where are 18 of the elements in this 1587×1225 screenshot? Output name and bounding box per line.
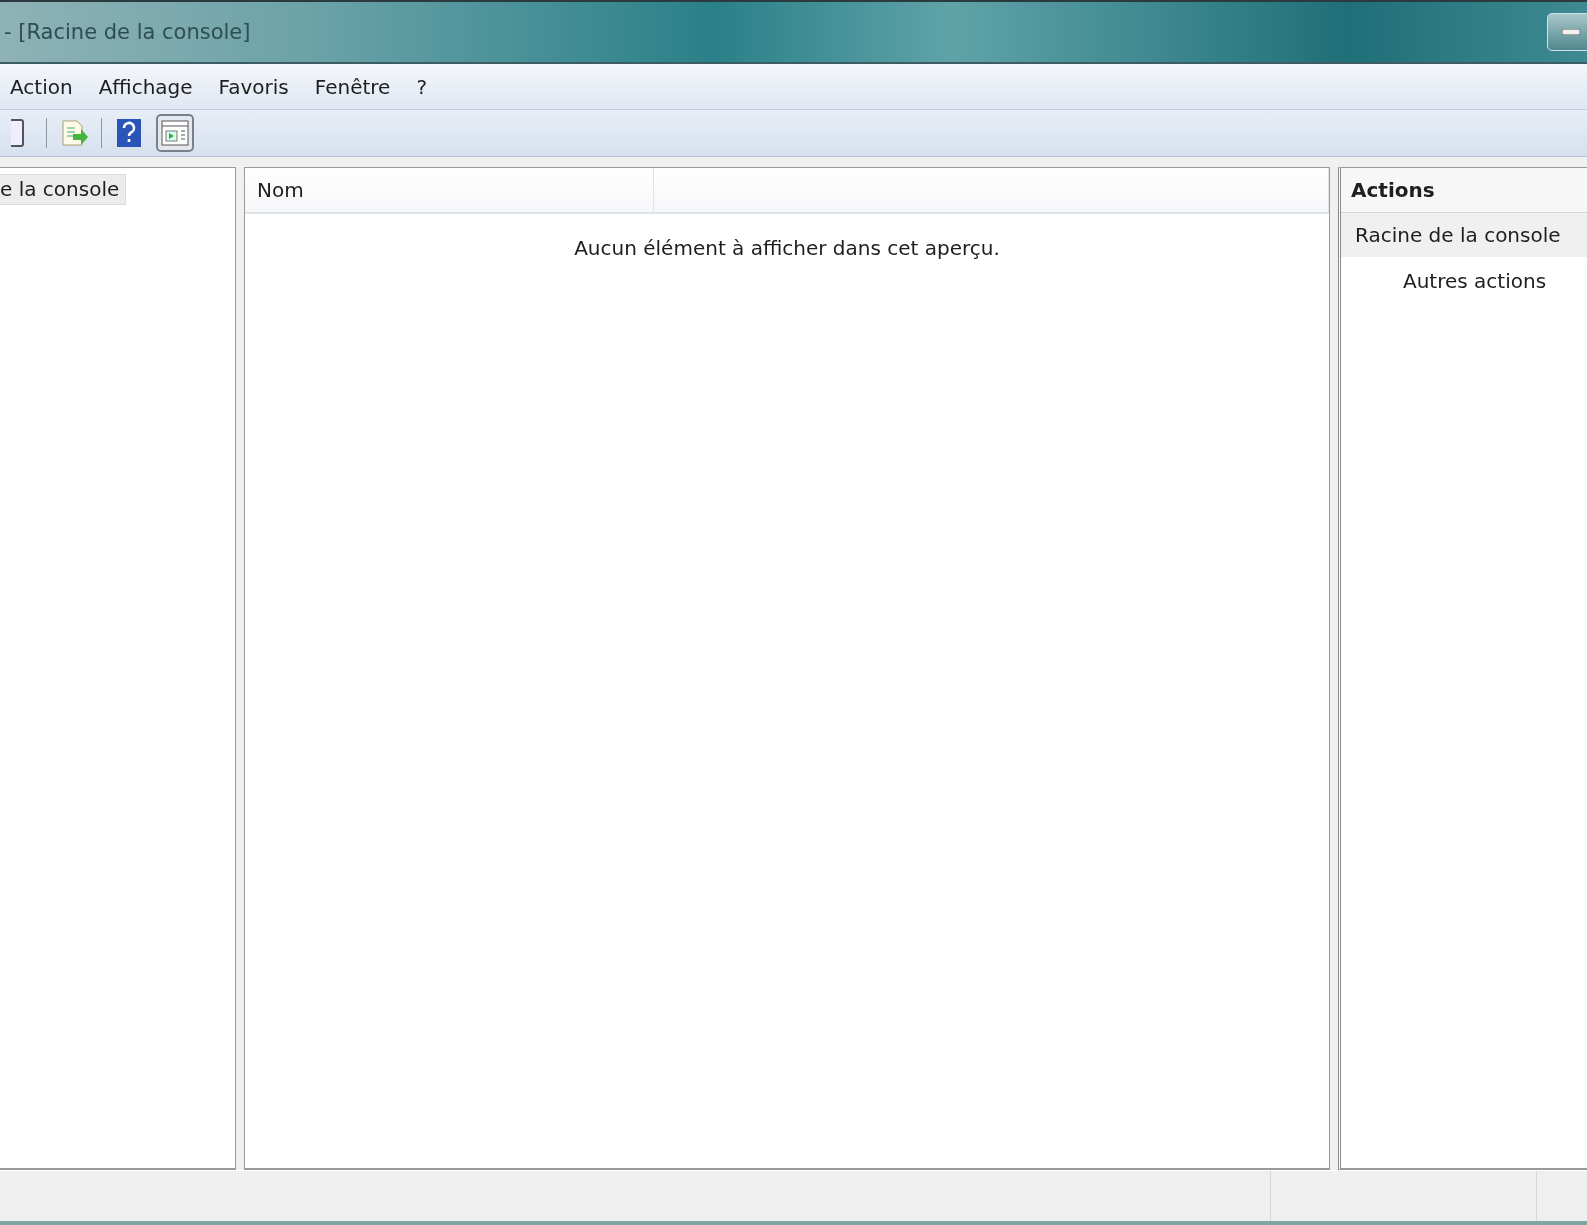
window-icon xyxy=(11,118,27,148)
empty-message: Aucun élément à afficher dans cet aperçu. xyxy=(573,235,1001,260)
menu-item[interactable]: Affichage xyxy=(88,74,209,99)
menu-item[interactable]: Favoris xyxy=(208,74,305,99)
pane-window-icon xyxy=(161,120,189,146)
minimize-button[interactable] xyxy=(1547,13,1587,51)
toolbar-button[interactable] xyxy=(156,114,194,152)
minimize-icon xyxy=(1562,29,1580,35)
menu-item[interactable]: Action xyxy=(0,74,89,99)
action-link[interactable]: Autres actions xyxy=(1341,257,1587,305)
menu-item[interactable]: ? xyxy=(406,74,444,99)
tree-item[interactable]: e la console xyxy=(0,174,127,205)
menu-item[interactable]: Fenêtre xyxy=(304,74,407,99)
actions-title: Actions xyxy=(1341,168,1587,213)
help-icon xyxy=(116,118,142,148)
window-title: - [Racine de la console] xyxy=(3,20,251,44)
export-list-icon xyxy=(59,118,89,148)
actions-section-header[interactable]: Racine de la console xyxy=(1341,213,1587,257)
